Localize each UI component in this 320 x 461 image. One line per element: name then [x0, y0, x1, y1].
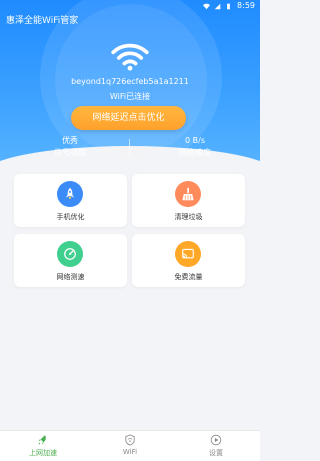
- stats-divider: [129, 139, 130, 157]
- speed-value: 0 B/s: [185, 136, 205, 145]
- signal-strength: 优秀 信号强度: [45, 135, 95, 159]
- network-speed: 0 B/s 网络速度: [168, 135, 222, 159]
- play-circle-icon: [210, 434, 222, 446]
- app-title: 惠泽全能WiFi管家: [6, 16, 79, 26]
- rocket-icon: [38, 435, 46, 445]
- speed-label: 网络速度: [179, 148, 211, 157]
- header: 8:59 惠泽全能WiFi管家 beyond1q726ecfeb5a1a1211…: [0, 0, 260, 166]
- optimize-button[interactable]: 网络延迟点击优化: [71, 106, 186, 130]
- rocket-icon: [57, 181, 83, 207]
- tab-speed-up[interactable]: 上网加速: [0, 434, 86, 458]
- status-bar: 8:59: [0, 0, 260, 14]
- bottom-tab-bar: 上网加速 WiFi 设置: [0, 430, 260, 461]
- free-data-card[interactable]: 免费流量: [132, 234, 245, 287]
- speedometer-icon: [57, 241, 83, 267]
- tab-settings[interactable]: 设置: [173, 434, 259, 458]
- tab-label: WiFi: [122, 448, 138, 456]
- card-label: 网络测速: [56, 273, 85, 281]
- card-label: 免费流量: [174, 273, 203, 281]
- wifi-status: WiFi已连接: [109, 92, 151, 101]
- tab-label: 上网加速: [29, 449, 57, 457]
- card-label: 清理垃圾: [174, 213, 203, 221]
- phone-optimize-card[interactable]: 手机优化: [14, 174, 127, 227]
- wifi-ssid: beyond1q726ecfeb5a1a1211: [71, 77, 189, 86]
- wifi-shield-icon: [125, 434, 135, 446]
- wifi-status-icon: [203, 3, 210, 10]
- cast-icon: [175, 241, 201, 267]
- status-time: 8:59: [237, 1, 255, 10]
- tab-label: 设置: [209, 449, 223, 457]
- card-label: 手机优化: [56, 213, 85, 221]
- signal-icon: [214, 3, 221, 10]
- tab-wifi[interactable]: WiFi: [87, 434, 173, 456]
- signal-value: 优秀: [62, 136, 78, 145]
- signal-label: 信号强度: [54, 148, 86, 157]
- broom-icon: [175, 181, 201, 207]
- clean-junk-card[interactable]: 清理垃圾: [132, 174, 245, 227]
- wifi-icon: [111, 43, 149, 71]
- status-icons: [203, 3, 232, 10]
- battery-icon: [227, 3, 230, 10]
- speed-test-card[interactable]: 网络测速: [14, 234, 127, 287]
